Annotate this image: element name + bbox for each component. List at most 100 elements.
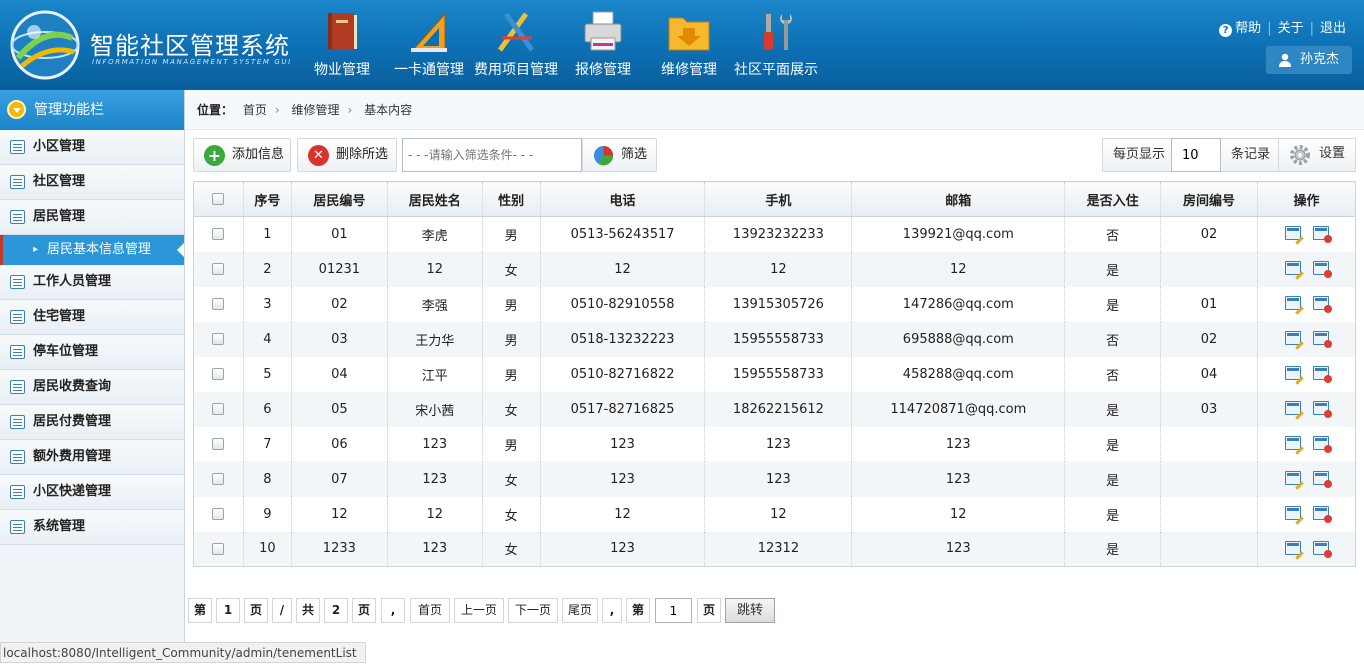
app-subtitle: INFORMATION MANAGEMENT SYSTEM GUI (92, 58, 292, 66)
col-header[interactable]: 手机 (704, 181, 853, 217)
edit-icon[interactable] (1284, 226, 1301, 241)
filter-button[interactable]: 筛选 (582, 138, 657, 172)
delete-icon[interactable] (1312, 366, 1332, 383)
cell-gender: 男 (482, 321, 541, 357)
row-checkbox[interactable] (212, 473, 225, 485)
sidebar-item-parking[interactable]: 停车位管理 (0, 335, 184, 370)
delete-icon[interactable] (1312, 296, 1332, 313)
logout-link[interactable]: 退出 (1320, 17, 1346, 36)
cell-phone: 12 (540, 496, 706, 532)
sidebar-item-residents[interactable]: 居民管理 (0, 200, 184, 235)
row-checkbox[interactable] (212, 368, 225, 380)
col-header[interactable]: 房间编号 (1160, 181, 1258, 217)
breadcrumb-home[interactable]: 首页 (243, 103, 267, 117)
row-checkbox[interactable] (212, 333, 225, 345)
nav-community-map[interactable]: 社区平面展示 (733, 0, 819, 90)
edit-icon[interactable] (1284, 436, 1301, 450)
col-header[interactable]: 序号 (243, 181, 292, 217)
sidebar-item-estate[interactable]: 小区管理 (0, 130, 184, 165)
sidebar-item-housing[interactable]: 住宅管理 (0, 300, 184, 335)
cell-email: 123 (851, 531, 1066, 567)
row-checkbox[interactable] (212, 438, 225, 450)
col-header[interactable]: 电话 (540, 181, 706, 217)
filter-input[interactable] (402, 138, 582, 172)
row-checkbox[interactable] (212, 508, 225, 520)
sidebar-subitem-resident-info[interactable]: 居民基本信息管理 (0, 235, 184, 265)
delete-selected-button[interactable]: ✕ 删除所选 (297, 138, 397, 172)
table-row[interactable]: 1 01 李虎男 0513-56243517 13923232233 139921@qq.… (193, 216, 1356, 252)
table-row[interactable]: 3 02 李强男 0510-82910558 13915305726 147286@qq.… (193, 286, 1356, 322)
delete-icon[interactable] (1312, 506, 1332, 523)
edit-icon[interactable] (1284, 331, 1301, 345)
delete-icon[interactable] (1312, 436, 1332, 453)
row-actions (1257, 216, 1356, 252)
next-page-button[interactable]: 下一页 (508, 598, 558, 623)
row-checkbox[interactable] (212, 228, 225, 241)
sidebar-header[interactable]: 管理功能栏 (0, 90, 184, 130)
nav-label: 费用项目管理 (474, 62, 558, 78)
about-link[interactable]: 关于 (1278, 17, 1304, 36)
sidebar-item-express[interactable]: 小区快递管理 (0, 475, 184, 510)
sidebar-item-extra-fees[interactable]: 额外费用管理 (0, 440, 184, 475)
row-checkbox[interactable] (212, 298, 225, 310)
col-header[interactable]: 邮箱 (851, 181, 1066, 217)
nav-maintenance[interactable]: 维修管理 (657, 0, 721, 90)
row-checkbox[interactable] (212, 263, 225, 275)
cell-mobile: 18262215612 (704, 391, 853, 427)
delete-icon[interactable] (1312, 331, 1332, 348)
table-row[interactable]: 6 05 宋小茜女 0517-82716825 18262215612 114720871… (193, 391, 1356, 427)
delete-icon[interactable] (1312, 540, 1332, 558)
delete-icon[interactable] (1312, 261, 1332, 278)
page-size-input[interactable] (1171, 138, 1221, 172)
sidebar-item-fee-query[interactable]: 居民收费查询 (0, 370, 184, 405)
sidebar-item-community[interactable]: 社区管理 (0, 165, 184, 200)
table-row[interactable]: 5 04 江平男 0510-82716822 15955558733 458288@qq.… (193, 356, 1356, 392)
edit-icon[interactable] (1284, 261, 1301, 275)
delete-icon[interactable] (1312, 401, 1332, 418)
sidebar-item-staff[interactable]: 工作人员管理 (0, 265, 184, 300)
row-checkbox[interactable] (212, 403, 225, 415)
nav-property-management[interactable]: 物业管理 (307, 0, 377, 90)
edit-icon[interactable] (1284, 401, 1301, 415)
col-header[interactable]: 居民编号 (291, 181, 388, 217)
edit-icon[interactable] (1284, 540, 1301, 555)
edit-icon[interactable] (1284, 471, 1301, 485)
table-row[interactable]: 8 07 123 女 123 123 123 是 (193, 461, 1356, 497)
select-all-checkbox[interactable] (212, 193, 225, 205)
calendar-icon (10, 310, 25, 324)
breadcrumb-maintenance[interactable]: 维修管理 (292, 103, 340, 117)
col-header[interactable]: 居民姓名 (387, 181, 483, 217)
nav-fee-items[interactable]: 费用项目管理 (470, 0, 562, 90)
sidebar-item-label: 居民付费管理 (33, 414, 112, 429)
jump-page-input[interactable] (655, 598, 692, 623)
cell-resident-name: 123 (387, 461, 483, 497)
jump-button[interactable]: 跳转 (725, 598, 775, 623)
table-row[interactable]: 9 12 12 女 12 12 12 是 (193, 496, 1356, 532)
delete-icon[interactable] (1312, 226, 1332, 244)
user-menu[interactable]: 孙克杰 (1266, 46, 1352, 74)
table-row[interactable]: 7 06 123 男 123 123 123 是 (193, 426, 1356, 462)
col-header[interactable]: 性别 (482, 181, 541, 217)
row-checkbox[interactable] (212, 542, 225, 555)
table-row[interactable]: 10 1233 123 女 123 12312 123 是 (193, 531, 1356, 567)
edit-icon[interactable] (1284, 296, 1301, 310)
add-info-button[interactable]: + 添加信息 (193, 138, 291, 172)
table-row[interactable]: 2 01231 12 女 12 12 12 是 (193, 251, 1356, 287)
sidebar-item-payment[interactable]: 居民付费管理 (0, 405, 184, 440)
edit-icon[interactable] (1284, 506, 1301, 520)
col-header[interactable]: 是否入住 (1064, 181, 1162, 217)
settings-button[interactable]: 设置 (1278, 138, 1355, 172)
nav-card-management[interactable]: 一卡通管理 (391, 0, 467, 90)
nav-repair-request[interactable]: 报修管理 (571, 0, 635, 90)
first-page-button[interactable]: 首页 (410, 598, 450, 623)
last-page-button[interactable]: 尾页 (562, 598, 598, 623)
calendar-icon (10, 450, 25, 464)
cell-checked-in: 是 (1064, 391, 1162, 427)
table-row[interactable]: 4 03 王力华男 0518-13232223 15955558733 695888@qq… (193, 321, 1356, 357)
edit-icon[interactable] (1284, 366, 1301, 380)
delete-icon[interactable] (1312, 471, 1332, 488)
help-link[interactable]: ? 帮助 (1219, 17, 1261, 37)
prev-page-button[interactable]: 上一页 (454, 598, 504, 623)
sidebar-item-label: 小区快递管理 (33, 484, 112, 499)
sidebar-item-system[interactable]: 系统管理 (0, 510, 184, 545)
